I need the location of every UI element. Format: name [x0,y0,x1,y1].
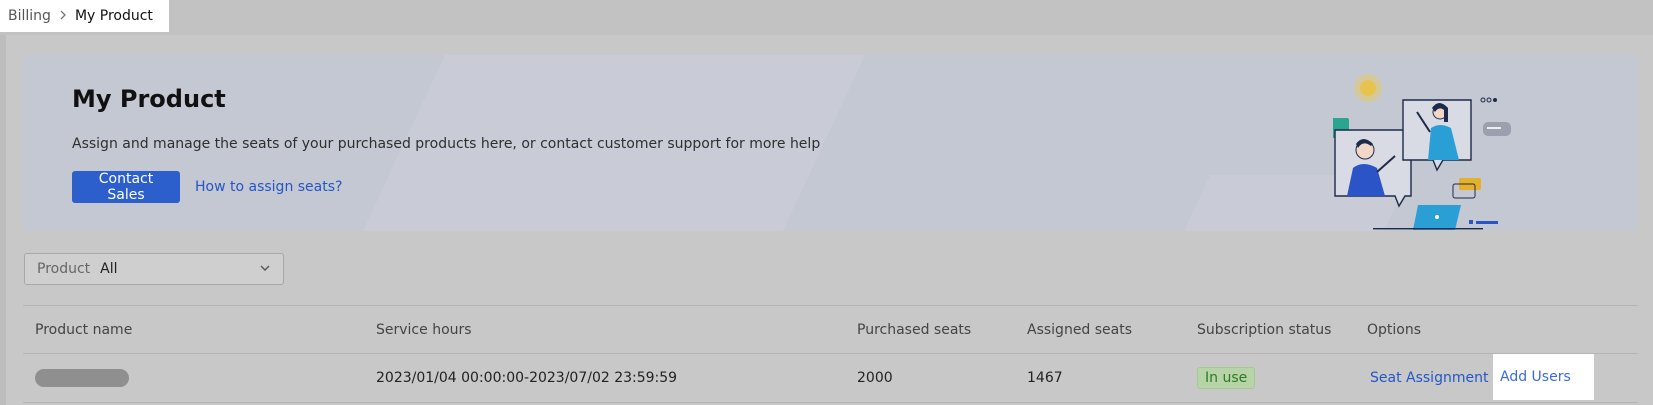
banner-description: Assign and manage the seats of your purc… [72,136,821,152]
assigned-seats-cell: 1467 [1027,370,1063,386]
product-filter-select[interactable]: Product All [24,253,284,285]
service-hours-cell: 2023/01/04 00:00:00-2023/07/02 23:59:59 [376,370,678,386]
product-filter-label: Product [37,261,91,277]
table-header: Product name Service hours Purchased sea… [23,305,1638,354]
product-banner: My Product Assign and manage the seats o… [23,55,1638,231]
product-filter-value: All [100,261,118,277]
col-service-hours: Service hours [376,321,472,338]
chevron-down-icon [259,262,271,278]
chevron-right-icon [59,9,67,24]
options-cell: Seat Assignment [1367,354,1488,402]
breadcrumb-item-current: My Product [74,8,153,24]
subscription-status-cell: In use [1197,354,1256,402]
page-title: My Product [72,85,226,113]
col-product-name: Product name [35,321,133,338]
breadcrumb: Billing My Product [0,0,169,32]
seat-assignment-link[interactable]: Seat Assignment [1370,370,1488,386]
purchased-seats-cell: 2000 [857,370,893,386]
table-row: 2023/01/04 00:00:00-2023/07/02 23:59:59 … [23,354,1638,403]
col-options: Options [1367,321,1422,338]
col-purchased-seats: Purchased seats [857,321,972,338]
contact-sales-button[interactable]: Contact Sales [72,171,180,203]
product-name-cell [35,354,129,402]
col-assigned-seats: Assigned seats [1027,321,1133,338]
status-badge: In use [1197,367,1256,389]
redacted-product-name [35,369,129,387]
page-edge [0,35,6,405]
how-to-assign-seats-link[interactable]: How to assign seats? [195,179,342,195]
col-subscription-status: Subscription status [1197,321,1332,338]
breadcrumb-item-billing[interactable]: Billing [8,8,51,24]
support-chat-illustration [1333,74,1511,230]
product-table: Product name Service hours Purchased sea… [23,305,1638,403]
add-users-link[interactable]: Add Users [1493,354,1594,400]
breadcrumb-bar [0,0,1653,35]
